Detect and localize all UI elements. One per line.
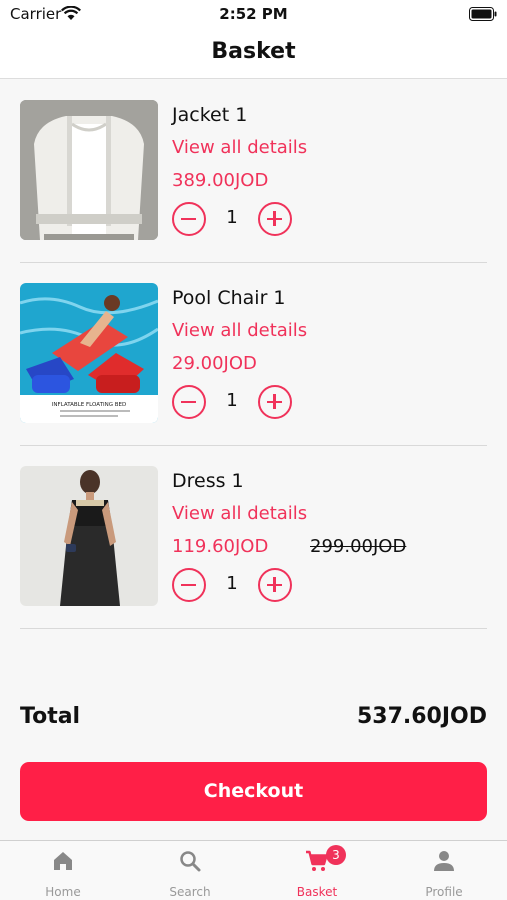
basket-item-pool-chair: INFLATABLE FLOATING BED Pool Chair 1 Vie…	[20, 263, 487, 446]
original-price: 299.00JOD	[310, 536, 407, 557]
home-icon	[54, 852, 72, 870]
quantity-value: 1	[226, 390, 238, 411]
battery-icon	[469, 7, 497, 21]
item-name: Dress 1	[172, 470, 244, 492]
total-value: 537.60JOD	[356, 704, 487, 729]
cart-count-badge: 3	[326, 845, 346, 865]
view-details-link[interactable]: View all details	[172, 503, 307, 524]
tab-home[interactable]: Home	[0, 841, 126, 900]
basket-item-jacket: Jacket 1 View all details 389.00JOD 1	[20, 80, 487, 263]
basket-item-dress: Dress 1 View all details 119.60JOD 299.0…	[20, 446, 487, 629]
item-price: 119.60JOD	[172, 536, 269, 557]
page-title: Basket	[211, 39, 296, 64]
tab-bar: Home Search 3 Basket Profile	[0, 840, 507, 900]
tab-label: Search	[169, 885, 211, 899]
tab-profile[interactable]: Profile	[381, 841, 507, 900]
quantity-value: 1	[226, 573, 238, 594]
view-details-link[interactable]: View all details	[172, 320, 307, 341]
view-details-link[interactable]: View all details	[172, 137, 307, 158]
navigation-bar: Basket	[0, 30, 507, 79]
total-label: Total	[20, 704, 81, 729]
quantity-value: 1	[226, 207, 238, 228]
increase-quantity-button[interactable]	[258, 568, 292, 602]
search-icon	[180, 851, 201, 872]
item-price: 389.00JOD	[172, 170, 269, 191]
increase-quantity-button[interactable]	[258, 202, 292, 236]
decrease-quantity-button[interactable]	[172, 385, 206, 419]
jacket-image[interactable]	[20, 100, 158, 240]
checkout-button[interactable]: Checkout	[20, 762, 487, 821]
status-bar: Carrier 2:52 PM	[0, 0, 507, 30]
clock: 2:52 PM	[219, 5, 288, 23]
tab-label: Basket	[296, 885, 338, 899]
pool-chair-image[interactable]: INFLATABLE FLOATING BED	[20, 283, 158, 423]
item-name: Pool Chair 1	[172, 287, 286, 309]
dress-image[interactable]	[20, 466, 158, 606]
tab-label: Profile	[425, 885, 463, 899]
tab-label: Home	[45, 885, 81, 899]
item-price: 29.00JOD	[172, 353, 257, 374]
user-icon	[434, 851, 454, 871]
increase-quantity-button[interactable]	[258, 385, 292, 419]
decrease-quantity-button[interactable]	[172, 202, 206, 236]
product-image-caption: INFLATABLE FLOATING BED	[52, 402, 126, 408]
tab-basket[interactable]: 3 Basket	[254, 841, 380, 900]
item-name: Jacket 1	[172, 104, 248, 126]
decrease-quantity-button[interactable]	[172, 568, 206, 602]
tab-search[interactable]: Search	[127, 841, 253, 900]
